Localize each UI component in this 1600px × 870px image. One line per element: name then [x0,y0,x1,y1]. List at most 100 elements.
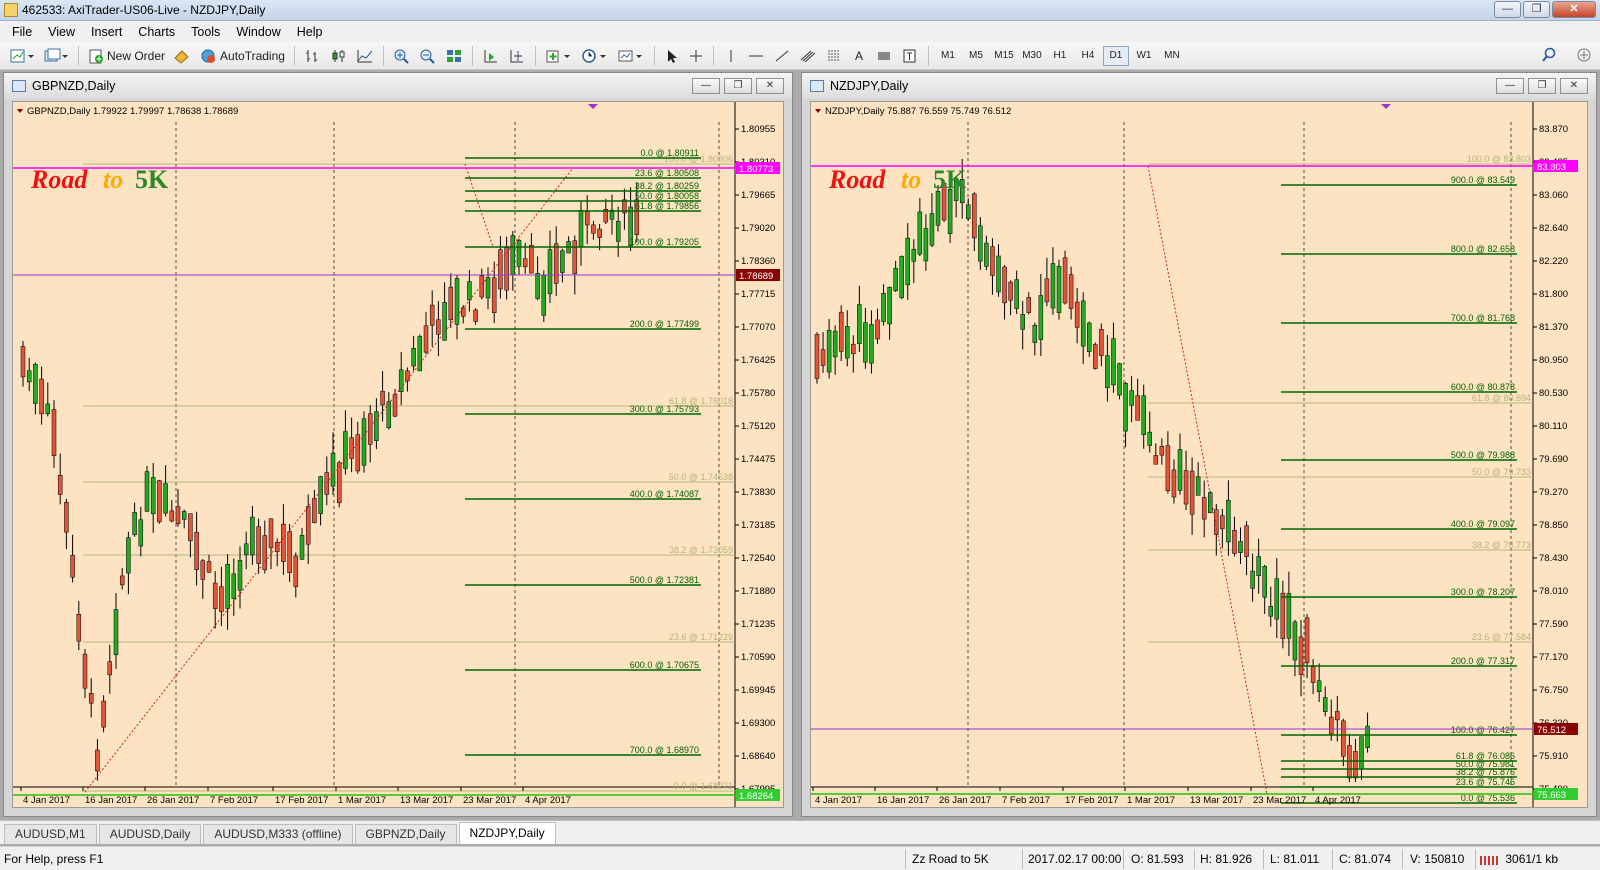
price-axis-label: 1.73185 [741,520,775,531]
chart-close-button[interactable]: ✕ [756,78,784,94]
templates-icon [618,50,642,61]
chart-plot-area[interactable]: 100.0 @ 83.803 61.8 @ 80.694 50.0 @ 79.733… [810,101,1588,808]
price-axis-label: 1.77070 [741,322,775,333]
price-chart[interactable]: 100.0 @ 1.8080661.8 @ 1.7601850.0 @ 1.74… [13,102,784,808]
new-order-button[interactable]: New Order [85,45,168,67]
zoom-out-button[interactable] [416,45,440,67]
menu-insert[interactable]: Insert [83,25,130,39]
cursor-tool-button[interactable] [661,45,683,67]
menu-file[interactable]: File [4,25,40,39]
candle-body [169,510,175,522]
status-divider [1022,849,1023,869]
autotrading-button[interactable]: AutoTrading [196,45,288,67]
minimize-button[interactable]: — [1494,1,1521,18]
fib-expansion-label: 800.0 @ 82.658 [1451,244,1515,254]
chart-shift-button[interactable] [505,45,529,67]
candle-body [175,506,181,525]
new-chart-button[interactable] [6,45,38,67]
candle-body [615,221,621,242]
timeframe-m5[interactable]: M5 [963,46,989,66]
indicators-button[interactable] [542,45,576,67]
candle-body [374,411,379,441]
timeframe-h4[interactable]: H4 [1075,46,1101,66]
candle-body [1208,492,1213,514]
periods-button[interactable] [578,45,612,67]
restore-button[interactable]: ❐ [1523,1,1550,18]
candle-body [1087,322,1092,352]
price-axis-label: 79.270 [1539,487,1568,498]
candle-body [996,255,1001,293]
fibonacci-tool-button[interactable] [822,45,846,67]
bar-chart-button[interactable] [301,45,325,67]
timeframe-m1[interactable]: M1 [935,46,961,66]
toolbar-grip[interactable] [1574,46,1594,67]
price-chart[interactable]: 100.0 @ 83.803 61.8 @ 80.694 50.0 @ 79.733… [811,102,1588,808]
tab-audusd-m1[interactable]: AUDUSD,M1 [4,824,97,844]
status-close: C: 81.074 [1339,852,1392,866]
candle-body [473,309,478,322]
candle-body [312,498,317,523]
tile-windows-button[interactable] [442,45,466,67]
tab-nzdjpy-daily[interactable]: NZDJPY,Daily [458,822,556,844]
zoom-in-button[interactable] [390,45,414,67]
timeframe-d1[interactable]: D1 [1102,45,1129,66]
chart-restore-button[interactable]: ❐ [1528,78,1556,94]
candle-body [336,462,342,504]
tab-audusd-daily[interactable]: AUDUSD,Daily [98,824,202,844]
autoscroll-button[interactable] [479,45,503,67]
watermark-road: Road [828,165,886,194]
search-button[interactable] [1540,46,1558,67]
candlestick-button[interactable] [327,45,351,67]
timeframe-mn[interactable]: MN [1159,46,1185,66]
candle-body [138,519,144,547]
chart-restore-button[interactable]: ❐ [724,78,752,94]
arrows-tool-button[interactable] [898,45,922,67]
text-tool-button[interactable]: A [848,45,870,67]
candle-body [929,213,935,246]
candle-body [1286,593,1292,639]
price-tag-label: 83.803 [1537,162,1566,173]
tab-gbpnzd-daily[interactable]: GBPNZD,Daily [354,824,457,844]
horizontal-line-tool-button[interactable] [744,45,768,67]
fib-expansion-label: 500.0 @ 1.72381 [630,575,699,585]
connection-bars-icon [1480,855,1498,865]
price-axis-label: 82.640 [1539,223,1568,234]
menu-tools[interactable]: Tools [183,25,228,39]
candle-body [411,348,416,367]
equidistant-channel-tool-button[interactable] [796,45,820,67]
timeframe-m30[interactable]: M30 [1019,46,1045,66]
price-axis-label: 1.72540 [741,553,775,564]
tab-audusd-m333[interactable]: AUDUSD,M333 (offline) [203,824,353,844]
chart-minimize-button[interactable]: — [1496,78,1524,94]
menu-window[interactable]: Window [228,25,288,39]
timeframe-w1[interactable]: W1 [1131,46,1157,66]
vertical-line-tool-button[interactable] [720,45,742,67]
timeframe-m15[interactable]: M15 [991,46,1017,66]
date-axis-label: 1 Mar 2017 [338,795,386,806]
timeframe-h1[interactable]: H1 [1047,46,1073,66]
candle-body [76,614,82,642]
chart-plot-area[interactable]: 100.0 @ 1.80806 61.8 @ 1.76018 50.0 @ 1.74… [12,101,784,808]
close-button[interactable]: ✕ [1552,1,1596,18]
candle-body [1353,751,1358,779]
line-chart-button[interactable] [353,45,377,67]
text-label-tool-button[interactable] [872,45,896,67]
metaeditor-button[interactable] [170,45,194,67]
candle-body [64,501,69,533]
candle-body [82,653,88,689]
trendline-tool-button[interactable] [770,45,794,67]
price-axis-label: 79.690 [1539,454,1568,465]
profiles-button[interactable] [40,45,72,67]
candle-body [361,418,367,466]
candle-body [33,363,38,404]
crosshair-tool-button[interactable] [685,45,707,67]
chart-close-button[interactable]: ✕ [1560,78,1588,94]
price-axis-label: 1.80955 [741,124,775,135]
toolbar-separator [382,45,384,66]
templates-button[interactable] [614,45,648,67]
menu-charts[interactable]: Charts [130,25,183,39]
chart-minimize-button[interactable]: — [692,78,720,94]
menu-view[interactable]: View [40,25,83,39]
price-axis-label: 1.77715 [741,289,775,300]
menu-help[interactable]: Help [289,25,331,39]
